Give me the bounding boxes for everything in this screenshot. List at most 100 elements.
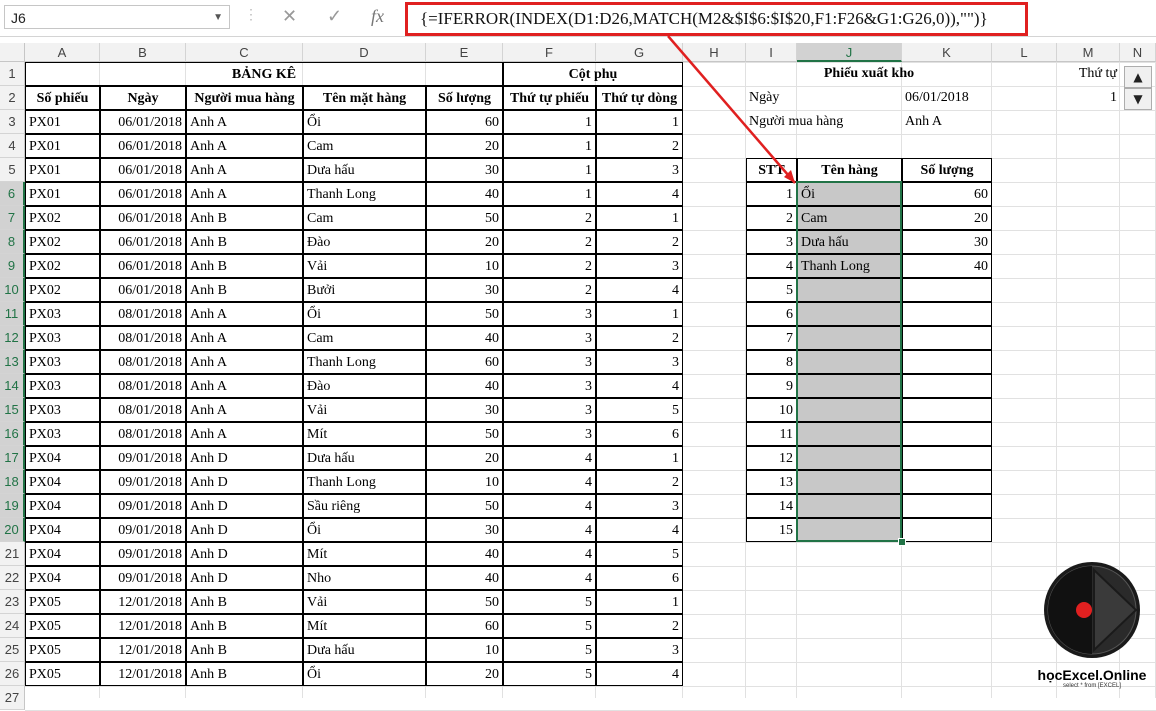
slip-item-name[interactable] — [797, 278, 902, 302]
ledger-cell[interactable]: 20 — [426, 230, 503, 254]
ledger-cell[interactable]: PX05 — [25, 662, 100, 686]
ledger-cell[interactable]: PX03 — [25, 350, 100, 374]
ledger-cell[interactable]: 50 — [426, 494, 503, 518]
ledger-cell[interactable]: 2 — [503, 230, 596, 254]
ledger-cell[interactable]: 20 — [426, 134, 503, 158]
ledger-cell[interactable]: 08/01/2018 — [100, 422, 186, 446]
ledger-cell[interactable]: 12/01/2018 — [100, 638, 186, 662]
ledger-cell[interactable]: Mít — [303, 422, 426, 446]
ledger-cell[interactable]: 40 — [426, 374, 503, 398]
ledger-cell[interactable]: 4 — [596, 374, 683, 398]
ledger-header[interactable]: Ngày — [100, 86, 186, 110]
ledger-cell[interactable]: 3 — [503, 350, 596, 374]
ledger-cell[interactable]: 2 — [596, 134, 683, 158]
ledger-cell[interactable]: PX03 — [25, 398, 100, 422]
ledger-cell[interactable]: 4 — [596, 518, 683, 542]
ledger-cell[interactable]: 06/01/2018 — [100, 254, 186, 278]
slip-header[interactable]: Số lượng — [902, 158, 992, 182]
ledger-cell[interactable]: Anh A — [186, 302, 303, 326]
ledger-cell[interactable]: 4 — [596, 662, 683, 686]
ledger-cell[interactable]: 5 — [503, 614, 596, 638]
ledger-cell[interactable]: 3 — [503, 374, 596, 398]
ledger-cell[interactable]: Anh D — [186, 494, 303, 518]
ledger-cell[interactable]: Anh B — [186, 614, 303, 638]
ledger-cell[interactable]: 12/01/2018 — [100, 590, 186, 614]
ledger-cell[interactable]: Cam — [303, 206, 426, 230]
ledger-cell[interactable]: 3 — [596, 158, 683, 182]
spin-up-button[interactable]: ▲ — [1124, 66, 1152, 88]
ledger-cell[interactable]: Anh B — [186, 662, 303, 686]
column-header-k[interactable]: K — [902, 43, 992, 62]
ledger-cell[interactable]: 40 — [426, 326, 503, 350]
aux-columns-title[interactable]: Cột phụ — [503, 62, 683, 86]
slip-item-name[interactable] — [797, 350, 902, 374]
counter-value[interactable]: 1 — [1057, 86, 1120, 110]
slip-header[interactable]: Tên hàng — [797, 158, 902, 182]
ledger-cell[interactable]: 1 — [503, 110, 596, 134]
ledger-cell[interactable]: 12/01/2018 — [100, 662, 186, 686]
slip-stt[interactable]: 5 — [746, 278, 797, 302]
row-header-5[interactable]: 5 — [0, 158, 25, 182]
ledger-cell[interactable]: Ổi — [303, 302, 426, 326]
ledger-cell[interactable]: 09/01/2018 — [100, 494, 186, 518]
ledger-cell[interactable]: Sầu riêng — [303, 494, 426, 518]
slip-item-name[interactable] — [797, 398, 902, 422]
slip-item-name[interactable]: Dưa hấu — [797, 230, 902, 254]
slip-item-name[interactable] — [797, 326, 902, 350]
ledger-cell[interactable]: 50 — [426, 590, 503, 614]
ledger-cell[interactable]: PX03 — [25, 422, 100, 446]
ledger-cell[interactable]: 2 — [503, 254, 596, 278]
ledger-cell[interactable]: 1 — [503, 158, 596, 182]
ledger-header[interactable]: Tên mặt hàng — [303, 86, 426, 110]
slip-quantity[interactable] — [902, 470, 992, 494]
ledger-cell[interactable]: 09/01/2018 — [100, 542, 186, 566]
ledger-cell[interactable]: 06/01/2018 — [100, 158, 186, 182]
ledger-cell[interactable]: PX04 — [25, 542, 100, 566]
slip-item-name[interactable] — [797, 518, 902, 542]
ledger-cell[interactable]: 60 — [426, 614, 503, 638]
slip-stt[interactable]: 13 — [746, 470, 797, 494]
ledger-cell[interactable]: 10 — [426, 470, 503, 494]
counter-label[interactable]: Thứ tự — [1057, 62, 1120, 86]
ledger-cell[interactable]: 06/01/2018 — [100, 110, 186, 134]
ledger-cell[interactable]: 06/01/2018 — [100, 134, 186, 158]
ledger-cell[interactable]: Thanh Long — [303, 470, 426, 494]
slip-item-name[interactable] — [797, 422, 902, 446]
row-header-20[interactable]: 20 — [0, 518, 25, 542]
ledger-cell[interactable]: 1 — [596, 206, 683, 230]
ledger-cell[interactable]: 3 — [596, 350, 683, 374]
ledger-cell[interactable]: 50 — [426, 206, 503, 230]
ledger-cell[interactable]: Nho — [303, 566, 426, 590]
slip-stt[interactable]: 6 — [746, 302, 797, 326]
ledger-cell[interactable]: 09/01/2018 — [100, 566, 186, 590]
ledger-cell[interactable]: Vải — [303, 590, 426, 614]
ledger-cell[interactable]: Đào — [303, 374, 426, 398]
row-header-3[interactable]: 3 — [0, 110, 25, 134]
column-header-e[interactable]: E — [426, 43, 503, 62]
slip-stt[interactable]: 1 — [746, 182, 797, 206]
ledger-cell[interactable]: 09/01/2018 — [100, 470, 186, 494]
ledger-cell[interactable]: 4 — [596, 182, 683, 206]
ledger-cell[interactable]: 3 — [596, 494, 683, 518]
row-header-8[interactable]: 8 — [0, 230, 25, 254]
slip-item-name[interactable]: Cam — [797, 206, 902, 230]
ledger-cell[interactable]: Ổi — [303, 518, 426, 542]
ledger-cell[interactable]: PX04 — [25, 470, 100, 494]
ledger-cell[interactable]: PX03 — [25, 302, 100, 326]
ledger-cell[interactable]: Cam — [303, 134, 426, 158]
ledger-cell[interactable]: 08/01/2018 — [100, 302, 186, 326]
ledger-cell[interactable]: Anh B — [186, 230, 303, 254]
slip-stt[interactable]: 15 — [746, 518, 797, 542]
ledger-cell[interactable]: Anh A — [186, 398, 303, 422]
ledger-cell[interactable]: PX02 — [25, 206, 100, 230]
ledger-cell[interactable]: Anh B — [186, 590, 303, 614]
slip-quantity[interactable] — [902, 350, 992, 374]
row-header-18[interactable]: 18 — [0, 470, 25, 494]
ledger-cell[interactable]: 3 — [503, 422, 596, 446]
ledger-cell[interactable]: Vải — [303, 398, 426, 422]
ledger-cell[interactable]: 1 — [503, 182, 596, 206]
ledger-cell[interactable]: PX04 — [25, 566, 100, 590]
slip-item-name[interactable]: Ổi — [797, 182, 902, 206]
row-header-17[interactable]: 17 — [0, 446, 25, 470]
slip-item-name[interactable] — [797, 494, 902, 518]
